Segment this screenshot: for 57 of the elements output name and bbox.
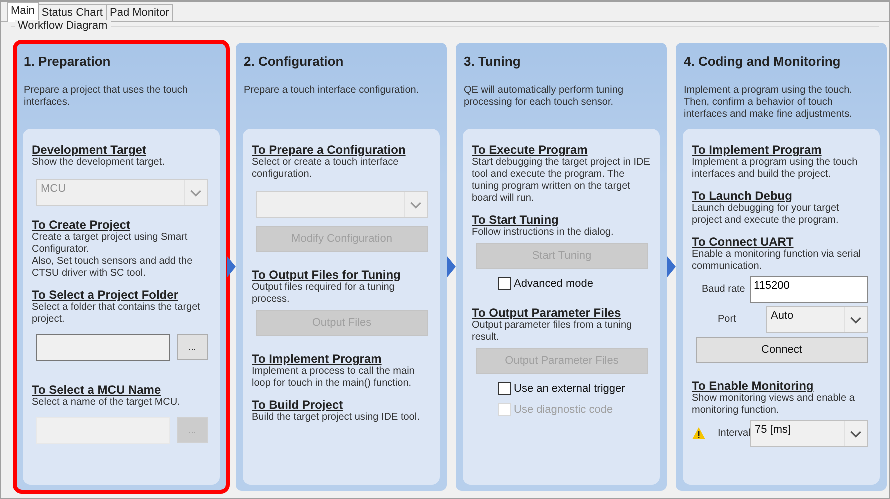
step-description: Create a target project using Smart Configurator. Also, Set touch sensors and add the CTSU driver with SC tool. <box>32 232 194 280</box>
panel-title: 4. Coding and Monitoring <box>683 53 842 69</box>
step-description: Implement a process to call the main loop for touch in the main() function. <box>252 366 416 390</box>
step-description: Select a folder that contains the target project. <box>32 302 202 326</box>
step-description: Select a name of the target MCU. <box>32 397 182 409</box>
arrow-icon <box>667 256 676 278</box>
step-description: Show monitoring views and enable a monitoring function. <box>692 393 856 417</box>
step-heading: To Prepare a Configuration <box>252 143 407 157</box>
arrow-icon <box>447 256 456 278</box>
step-description: Launch debugging for your target project and execute the program. <box>692 203 840 227</box>
field-label: Interval <box>717 428 750 439</box>
field-label: Baud rate <box>701 284 746 295</box>
field-label: Port <box>717 314 738 325</box>
step-heading: To Implement Program <box>252 352 383 366</box>
panel-description: Implement a program using the touch. Then, confirm a behavior of touch interfaces and make fine adjustments. <box>683 84 854 122</box>
checkbox-option[interactable]: Advanced mode <box>498 277 652 290</box>
step-heading: To Output Parameter Files <box>472 306 622 320</box>
arrow-icon <box>227 256 236 278</box>
group-title: Workflow Diagram <box>15 20 111 32</box>
step-heading: To Start Tuning <box>472 213 560 227</box>
step-heading: To Select a Project Folder <box>32 288 180 302</box>
step-heading: Development Target <box>32 143 148 157</box>
browse-button[interactable]: ... <box>177 334 208 360</box>
step-description: Output parameter files from a tuning result. <box>472 320 634 344</box>
panel-title: 3. Tuning <box>463 53 522 69</box>
checkbox[interactable] <box>498 277 511 290</box>
step-heading: To Execute Program <box>472 143 589 157</box>
panel-description: Prepare a touch interface configuration. <box>243 84 420 98</box>
step-heading: To Implement Program <box>692 143 823 157</box>
step-description: Select or create a touch interface configuration. <box>252 157 400 181</box>
step-description: Enable a monitoring function via serial communication. <box>692 249 862 273</box>
checkbox-option[interactable]: Use an external trigger <box>498 382 652 395</box>
step-heading: To Output Files for Tuning <box>252 268 402 282</box>
step-description: Output files required for a tuning process. <box>252 282 396 306</box>
input-field[interactable]: 115200 <box>750 276 868 303</box>
step-description: Build the target project using IDE tool. <box>252 412 421 424</box>
step-heading: To Launch Debug <box>692 189 794 203</box>
checkbox[interactable] <box>498 382 511 395</box>
step-description: Show the development target. <box>32 157 166 169</box>
panel-description: QE will automatically perform tuning processing for each touch sensor. <box>463 84 625 110</box>
step-heading: To Enable Monitoring <box>692 379 815 393</box>
path-field[interactable] <box>36 334 170 361</box>
panel-description: Prepare a project that uses the touch interfaces. <box>23 84 189 110</box>
dropdown[interactable]: Auto <box>766 306 868 333</box>
step-description: Implement a program using the touch interfaces and build the project. <box>692 157 859 181</box>
panel-title: 2. Configuration <box>243 53 345 69</box>
step-heading: To Select a MCU Name <box>32 383 162 397</box>
dropdown[interactable]: 75 [ms] <box>750 420 868 447</box>
step-description: Follow instructions in the dialog. <box>472 227 615 239</box>
step-heading: To Build Project <box>252 398 344 412</box>
step-heading: To Connect UART <box>692 235 795 249</box>
step-heading: To Create Project <box>32 218 132 232</box>
step-description: Start debugging the target project in IDE tool and execute the program. The tuning program written on the target board will run. <box>472 157 652 205</box>
action-button[interactable]: Connect <box>696 337 868 363</box>
tab[interactable]: Main <box>7 2 39 22</box>
panel-title: 1. Preparation <box>23 53 112 69</box>
tab[interactable]: Pad Monitor <box>106 4 174 21</box>
